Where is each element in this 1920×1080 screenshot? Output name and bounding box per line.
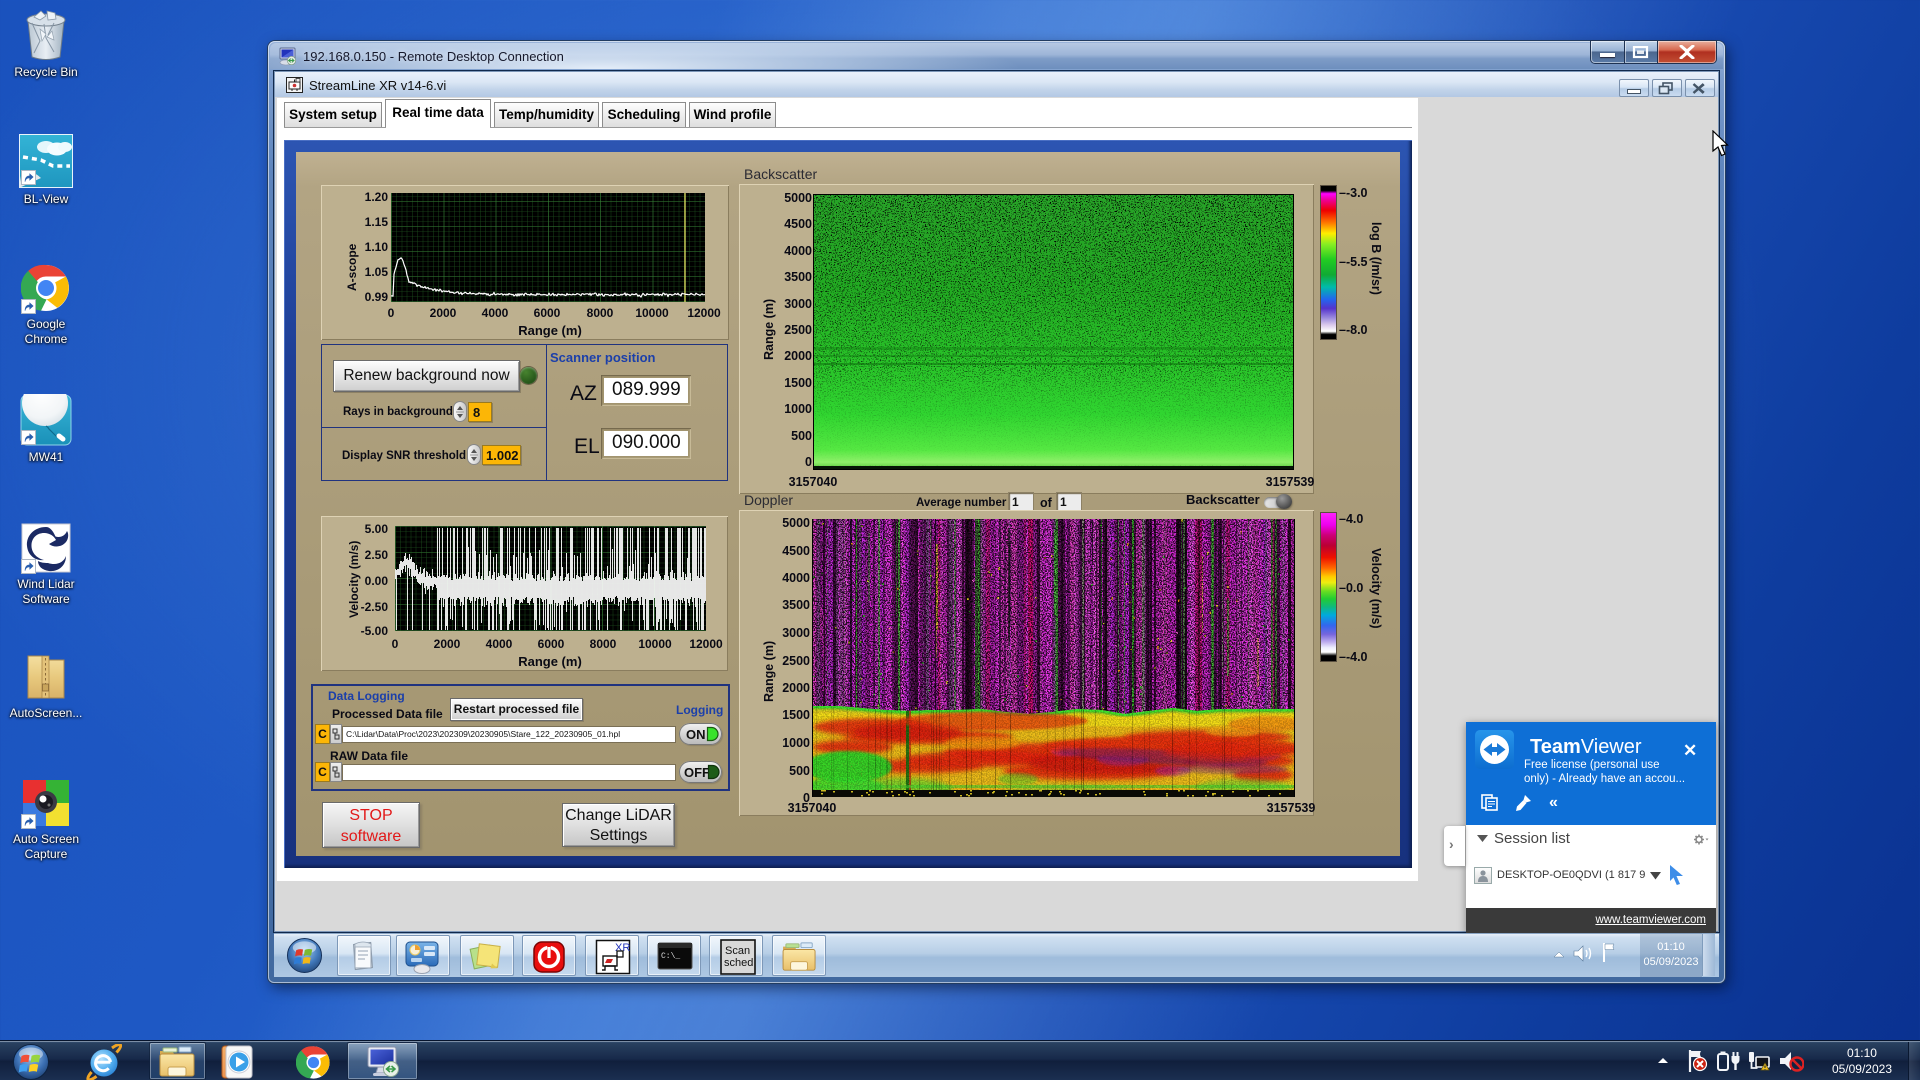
svg-text:C:\_: C:\_: [661, 952, 680, 961]
svg-text:Scan: Scan: [725, 945, 750, 957]
svg-text:sched: sched: [724, 957, 753, 969]
